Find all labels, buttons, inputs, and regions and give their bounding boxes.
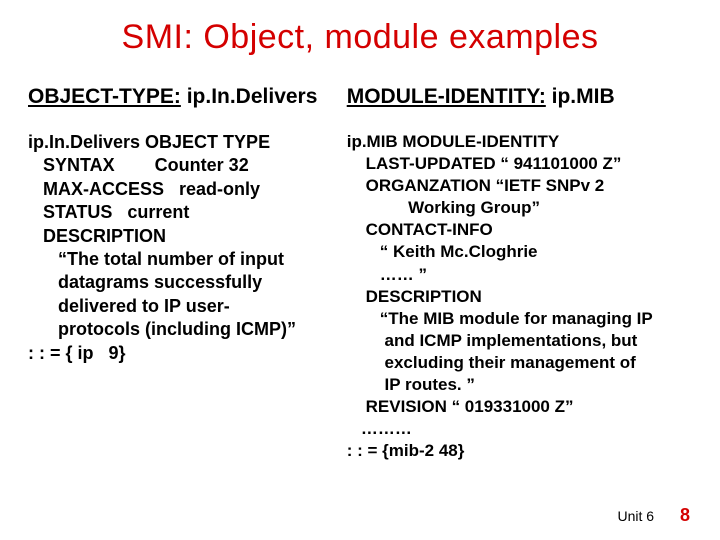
body-line: REVISION “ 019331000 Z” [347, 396, 692, 418]
slide-title: SMI: Object, module examples [0, 0, 720, 57]
body-line: “The total number of input [28, 248, 347, 271]
unit-label: Unit 6 [618, 508, 655, 524]
right-column: MODULE-IDENTITY: ip.MIB ip.MIB MODULE-ID… [347, 85, 692, 462]
slide-footer: Unit 6 8 [618, 505, 690, 526]
body-line: SYNTAX Counter 32 [28, 154, 347, 177]
module-identity-body: ip.MIB MODULE-IDENTITY LAST-UPDATED “ 94… [347, 131, 692, 462]
body-line: and ICMP implementations, but [347, 330, 692, 352]
body-line: excluding their management of [347, 352, 692, 374]
body-line: datagrams successfully [28, 271, 347, 294]
body-line: ip.In.Delivers OBJECT TYPE [28, 131, 347, 154]
object-type-name: ip.In.Delivers [181, 85, 318, 108]
body-line: ip.MIB MODULE-IDENTITY [347, 131, 692, 153]
body-line: IP routes. ” [347, 374, 692, 396]
body-line: …… ” [347, 264, 692, 286]
body-line: protocols (including ICMP)” [28, 318, 347, 341]
body-line: STATUS current [28, 201, 347, 224]
object-type-body: ip.In.Delivers OBJECT TYPE SYNTAX Counte… [28, 131, 347, 365]
body-line: “The MIB module for managing IP [347, 308, 692, 330]
body-line: LAST-UPDATED “ 941101000 Z” [347, 153, 692, 175]
body-line: ……… [347, 418, 692, 440]
module-identity-label: MODULE-IDENTITY: [347, 85, 546, 108]
module-identity-heading: MODULE-IDENTITY: ip.MIB [347, 85, 692, 109]
body-line: “ Keith Mc.Cloghrie [347, 241, 692, 263]
content-columns: OBJECT-TYPE: ip.In.Delivers ip.In.Delive… [0, 57, 720, 462]
body-line: : : = { ip 9} [28, 342, 347, 365]
module-identity-name: ip.MIB [546, 85, 615, 108]
body-line: CONTACT-INFO [347, 219, 692, 241]
body-line: DESCRIPTION [28, 225, 347, 248]
body-line: MAX-ACCESS read-only [28, 178, 347, 201]
slide: SMI: Object, module examples OBJECT-TYPE… [0, 0, 720, 540]
page-number: 8 [680, 505, 690, 525]
body-line: Working Group” [347, 197, 692, 219]
object-type-heading: OBJECT-TYPE: ip.In.Delivers [28, 85, 347, 109]
body-line: DESCRIPTION [347, 286, 692, 308]
body-line: delivered to IP user- [28, 295, 347, 318]
object-type-label: OBJECT-TYPE: [28, 85, 181, 108]
left-column: OBJECT-TYPE: ip.In.Delivers ip.In.Delive… [28, 85, 347, 462]
body-line: ORGANZATION “IETF SNPv 2 [347, 175, 692, 197]
body-line: : : = {mib-2 48} [347, 440, 692, 462]
